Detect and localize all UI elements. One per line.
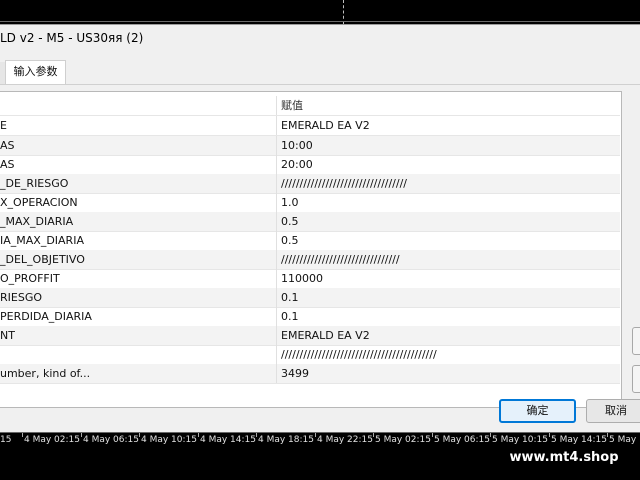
param-value[interactable]: EMERALD EA V2 (281, 326, 611, 345)
time-tick-label: 5 May 18:15 (607, 433, 640, 447)
param-value[interactable]: ////////////////////////////////////////… (281, 345, 611, 364)
param-value[interactable]: 110000 (281, 269, 611, 288)
dialog-title: LD v2 - M5 - US30яя (2) (0, 31, 144, 45)
time-axis: 15 4 May 02:15 4 May 06:15 4 May 10:15 4… (0, 432, 640, 447)
ok-button[interactable]: 确定 (499, 399, 576, 423)
param-name: E (0, 119, 7, 132)
column-separator (276, 364, 277, 383)
param-name: O_PROFFIT (0, 272, 60, 285)
table-row[interactable]: AS 10:00 (0, 136, 620, 156)
column-separator (276, 193, 277, 212)
time-tick-label: 5 May 06:15 (432, 433, 490, 445)
param-value[interactable]: 0.5 (281, 231, 611, 250)
param-value[interactable]: EMERALD EA V2 (281, 116, 611, 135)
column-separator (276, 269, 277, 288)
table-row[interactable]: E EMERALD EA V2 (0, 116, 620, 136)
param-name: X_OPERACION (0, 196, 78, 209)
table-header: 赋值 (0, 96, 620, 116)
column-separator (276, 307, 277, 326)
table-row[interactable]: X_OPERACION 1.0 (0, 193, 620, 213)
param-name (0, 345, 276, 364)
side-button-load[interactable] (632, 327, 640, 355)
param-value[interactable]: 0.5 (281, 212, 611, 231)
column-separator (276, 116, 277, 135)
time-tick-label: 4 May 18:15 (256, 433, 314, 445)
param-value[interactable]: 10:00 (281, 136, 611, 155)
param-value[interactable]: 3499 (281, 364, 611, 383)
table-row[interactable]: RIESGO 0.1 (0, 288, 620, 308)
time-tick-label: 5 May 14:15 (549, 433, 607, 445)
column-separator (276, 155, 277, 174)
param-name: _MAX_DIARIA (0, 215, 74, 228)
column-separator (276, 326, 277, 345)
param-name: IA_MAX_DIARIA (0, 234, 84, 247)
param-name: AS (0, 158, 15, 171)
table-row[interactable]: _DEL_OBJETIVO //////////////////////////… (0, 250, 620, 270)
column-separator (276, 231, 277, 250)
param-name: NT (0, 329, 15, 342)
param-name: umber, kind of... (0, 367, 91, 380)
param-value[interactable]: //////////////////////////////// (281, 250, 611, 269)
time-tick-label: 4 May 10:15 (139, 433, 197, 445)
table-row[interactable]: _DE_RIESGO /////////////////////////////… (0, 174, 620, 194)
table-row[interactable]: O_PROFFIT 110000 (0, 269, 620, 289)
tab-bar: 输入参数 (0, 60, 640, 85)
cancel-button[interactable]: 取消 (586, 399, 640, 423)
expert-properties-dialog: LD v2 - M5 - US30яя (2) 输入参数 赋值 E EMERAL… (0, 24, 640, 433)
table-row[interactable]: AS 20:00 (0, 155, 620, 175)
column-header-variable (0, 96, 276, 115)
watermark-text: www.mt4.shop (496, 446, 632, 470)
time-tick-label: 15 (0, 435, 12, 445)
table-row[interactable]: IA_MAX_DIARIA 0.5 (0, 231, 620, 251)
table-row[interactable]: NT EMERALD EA V2 (0, 326, 620, 346)
param-name: _DE_RIESGO (0, 177, 69, 190)
column-separator (276, 136, 277, 155)
side-button-save[interactable] (632, 365, 640, 393)
param-name: AS (0, 139, 15, 152)
param-name: PERDIDA_DIARIA (0, 310, 92, 323)
table-row[interactable]: ////////////////////////////////////////… (0, 345, 620, 365)
table-row[interactable]: umber, kind of... 3499 (0, 364, 620, 384)
column-separator[interactable] (276, 96, 277, 115)
table-row[interactable]: _MAX_DIARIA 0.5 (0, 212, 620, 232)
chart-price-line (0, 21, 640, 22)
param-value[interactable]: 20:00 (281, 155, 611, 174)
tab-input-parameters[interactable]: 输入参数 (5, 60, 66, 84)
time-tick-label: 5 May 10:15 (490, 433, 548, 445)
chart-area-top (0, 0, 640, 24)
column-header-value: 赋值 (281, 99, 303, 112)
param-value[interactable]: 1.0 (281, 193, 611, 212)
parameters-table[interactable]: 赋值 E EMERALD EA V2 AS 10:00 AS 20:00 _DE… (0, 91, 622, 408)
time-tick-label: 4 May 22:15 (315, 433, 373, 445)
column-separator (276, 212, 277, 231)
param-name: RIESGO (0, 291, 43, 304)
table-row[interactable]: PERDIDA_DIARIA 0.1 (0, 307, 620, 327)
column-separator (276, 345, 277, 364)
column-separator (276, 288, 277, 307)
column-separator (276, 174, 277, 193)
column-separator (276, 250, 277, 269)
time-tick-label: 4 May 06:15 (81, 433, 139, 445)
param-name: _DEL_OBJETIVO (0, 253, 85, 266)
param-value[interactable]: 0.1 (281, 288, 611, 307)
time-tick-label: 5 May 02:15 (373, 433, 431, 445)
time-tick-label: 4 May 02:15 (22, 433, 80, 445)
param-value[interactable]: 0.1 (281, 307, 611, 326)
param-value[interactable]: ////////////////////////////////// (281, 174, 611, 193)
time-tick-label: 4 May 14:15 (198, 433, 256, 445)
